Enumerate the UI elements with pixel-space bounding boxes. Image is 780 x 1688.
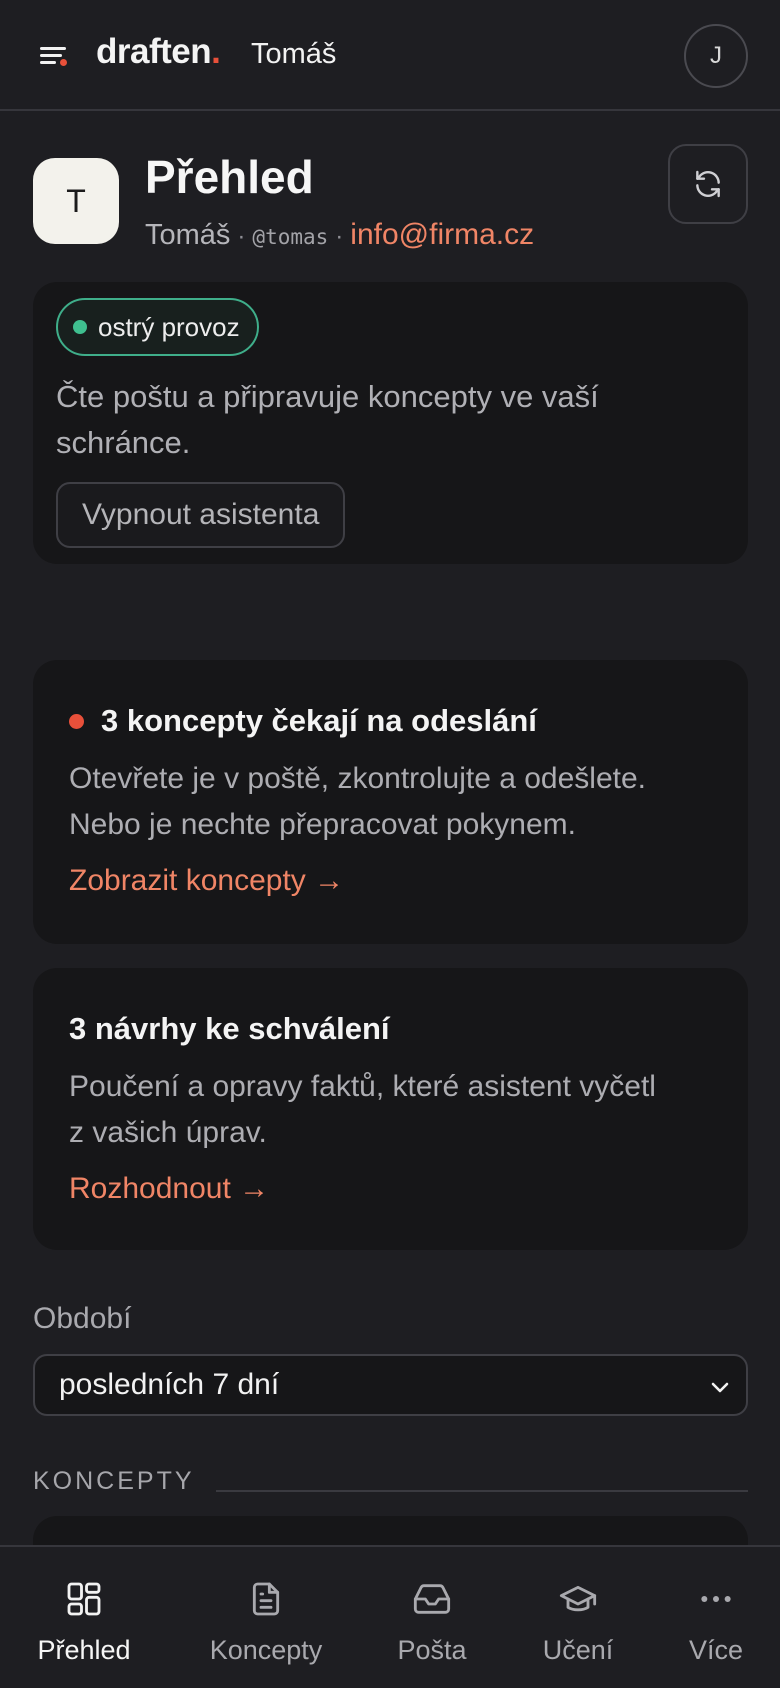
app-screen: draften. Tomáš J T Přehled Tomáš · @toma… [0, 0, 780, 1688]
pending-drafts-description: Otevřete je v poště, zkontrolujte a odeš… [69, 756, 729, 848]
decide-link[interactable]: Rozhodnout → [69, 1172, 269, 1206]
pending-drafts-description-line: Otevřete je v poště, zkontrolujte a odeš… [69, 762, 646, 795]
nav-label: Pošta [397, 1635, 467, 1665]
refresh-icon [696, 170, 720, 198]
nav-item-mail[interactable]: Pošta [382, 1547, 482, 1688]
pending-drafts-title: 3 koncepty čekají na odeslání [69, 703, 537, 739]
section-divider [216, 1490, 748, 1492]
assistant-status-card: ostrý provoz Čte poštu a připravuje konc… [33, 282, 748, 564]
graduation-cap-icon [559, 1585, 597, 1612]
pending-drafts-title-text: 3 koncepty čekají na odeslání [101, 703, 537, 738]
proposals-description-line: Poučení a opravy faktů, které asistent v… [69, 1070, 656, 1103]
alert-dot-icon [69, 713, 84, 729]
nav-label: Přehled [37, 1635, 131, 1665]
nav-item-overview[interactable]: Přehled [24, 1547, 144, 1688]
menu-icon[interactable] [40, 43, 70, 67]
dashboard-icon [67, 1582, 101, 1616]
nav-label: Koncepty [209, 1635, 323, 1665]
status-badge-label: ostrý provoz [98, 311, 240, 342]
nav-item-learning[interactable]: Učení [528, 1547, 628, 1688]
period-label: Období [33, 1302, 132, 1335]
status-description: Čte poštu a připravuje koncepty ve vaší … [56, 379, 599, 460]
profile-email-link[interactable]: info@firma.cz [350, 218, 534, 252]
proposals-title: 3 návrhy ke schválení [69, 1011, 390, 1046]
meta-separator: · [335, 223, 344, 250]
nav-label: Více [688, 1635, 744, 1665]
proposals-description: Poučení a opravy faktů, které asistent v… [69, 1064, 729, 1156]
more-dots-icon [701, 1596, 731, 1602]
document-icon [252, 1582, 280, 1616]
nav-label: Učení [542, 1635, 614, 1665]
nav-item-drafts[interactable]: Koncepty [196, 1547, 336, 1688]
inbox-icon [413, 1584, 451, 1614]
pending-drafts-card: 3 koncepty čekají na odeslání Otevřete j… [33, 660, 748, 944]
chevron-down-icon [711, 1382, 729, 1393]
period-select[interactable]: posledních 7 dní [33, 1354, 748, 1416]
status-dot-icon [73, 320, 87, 334]
page-title: Přehled [145, 151, 314, 203]
show-drafts-link[interactable]: Zobrazit koncepty → [69, 864, 344, 898]
profile-name: Tomáš [145, 219, 231, 251]
disable-assistant-button[interactable]: Vypnout asistenta [56, 482, 346, 548]
refresh-button[interactable] [668, 144, 748, 224]
period-selected-value: posledních 7 dní [59, 1368, 280, 1401]
brand-logo[interactable]: draften. [96, 32, 221, 72]
proposals-card: 3 návrhy ke schválení Poučení a opravy f… [33, 968, 748, 1250]
proposals-description-line: z vašich úprav. [69, 1116, 267, 1149]
profile-avatar: T [33, 158, 119, 244]
user-avatar-button[interactable]: J [684, 24, 748, 88]
profile-meta: Tomáš · @tomas · info@firma.cz [145, 218, 534, 252]
pending-drafts-description-line: Nebo je nechte přepracovat pokynem. [69, 808, 576, 841]
bottom-navigation: Přehled Koncepty Pošta Učení Více [0, 1545, 780, 1688]
top-bar: draften. Tomáš J [0, 0, 780, 111]
section-title-drafts: KONCEPTY [33, 1467, 195, 1495]
nav-item-more[interactable]: Více [676, 1547, 756, 1688]
live-status-badge: ostrý provoz [56, 298, 259, 356]
meta-separator: · [237, 223, 246, 250]
topbar-user-name: Tomáš [251, 38, 337, 70]
profile-handle: @tomas [252, 225, 329, 249]
